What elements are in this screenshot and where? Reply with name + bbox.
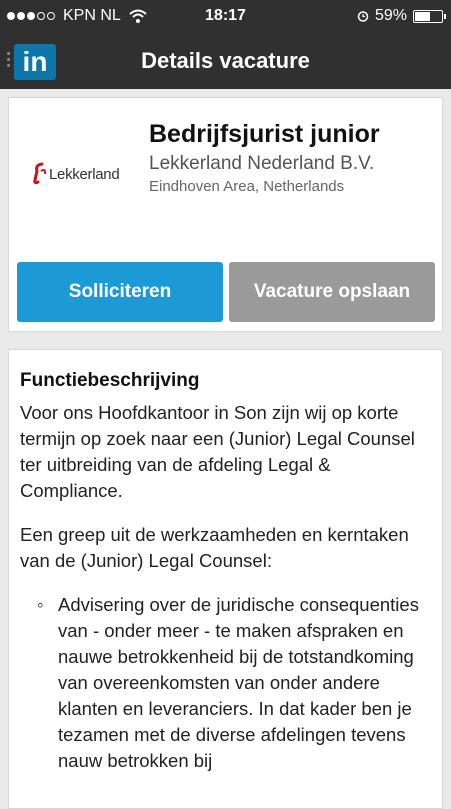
list-item: ◦ Advisering over de juridische conseque… xyxy=(20,592,430,774)
job-summary-card: Lekkerland Bedrijfsjurist junior Lekkerl… xyxy=(8,97,443,332)
company-logo: Lekkerland xyxy=(33,162,133,192)
company-name[interactable]: Lekkerland Nederland B.V. xyxy=(149,153,374,175)
job-description-card: Functiebeschrijving Voor ons Hoofdkantoo… xyxy=(8,349,443,809)
status-bar: KPN NL 18:17 59% xyxy=(0,0,451,32)
save-job-button[interactable]: Vacature opslaan xyxy=(229,262,435,322)
lekkerland-mark-icon xyxy=(33,162,47,185)
description-paragraph: Een greep uit de werkzaamheden en kernta… xyxy=(20,524,409,571)
job-location: Eindhoven Area, Netherlands xyxy=(149,178,345,195)
job-title: Bedrijfsjurist junior xyxy=(149,120,380,148)
page-title: Details vacature xyxy=(141,48,310,73)
bullet-circle-icon: ◦ xyxy=(37,594,44,615)
alarm-clock-icon xyxy=(357,11,369,22)
battery-icon xyxy=(413,9,446,23)
company-logo-text: Lekkerland xyxy=(49,166,120,183)
description-heading: Functiebeschrijving xyxy=(20,370,200,391)
navigation-bar: in Details vacature xyxy=(0,32,451,89)
apply-button[interactable]: Solliciteren xyxy=(17,262,223,322)
battery-fill xyxy=(415,11,431,21)
battery-area: 59% xyxy=(357,7,446,25)
description-paragraph: Voor ons Hoofdkantoor in Son zijn wij op… xyxy=(20,402,415,501)
battery-percent: 59% xyxy=(374,7,407,24)
list-item-text: Advisering over de juridische consequent… xyxy=(58,594,419,771)
